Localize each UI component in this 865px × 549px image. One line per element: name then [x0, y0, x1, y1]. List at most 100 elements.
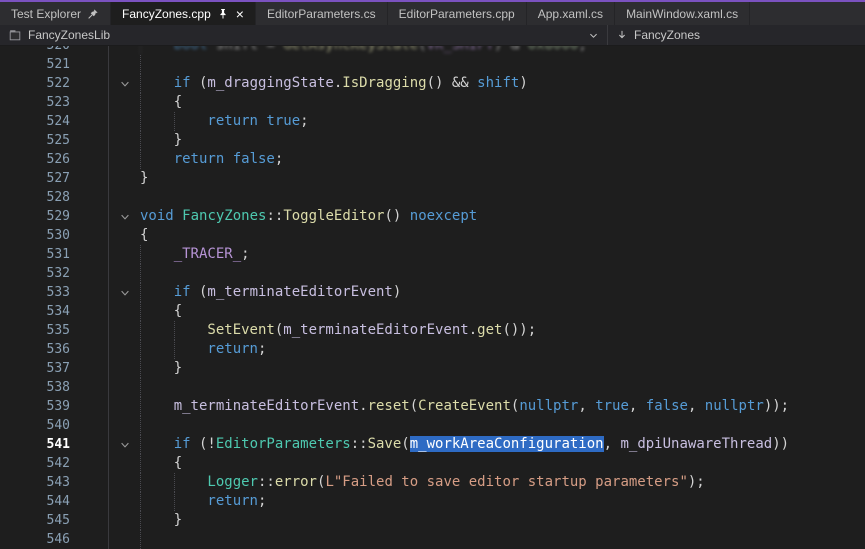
- code-lines: 520bool shift = GetAsyncKeyState(VK_SHIF…: [0, 46, 865, 549]
- outline-margin: [108, 112, 140, 131]
- tab-editorparameters-cs[interactable]: EditorParameters.cs: [256, 2, 388, 25]
- indent-guide: [140, 435, 174, 454]
- glyph-margin[interactable]: [70, 530, 108, 549]
- glyph-margin[interactable]: [70, 492, 108, 511]
- glyph-margin[interactable]: [70, 264, 108, 283]
- code-line-content[interactable]: [140, 264, 865, 283]
- glyph-margin[interactable]: [70, 207, 108, 226]
- code-token: (: [191, 284, 208, 300]
- code-line-content[interactable]: return;: [140, 340, 865, 359]
- code-editor[interactable]: 520bool shift = GetAsyncKeyState(VK_SHIF…: [0, 46, 865, 549]
- code-line-content[interactable]: }: [140, 359, 865, 378]
- code-token: return: [174, 151, 225, 167]
- glyph-margin[interactable]: [70, 226, 108, 245]
- code-line-content[interactable]: {: [140, 226, 865, 245]
- code-line-content[interactable]: m_terminateEditorEvent.reset(CreateEvent…: [140, 397, 865, 416]
- code-line-content[interactable]: [140, 416, 865, 435]
- code-line-content[interactable]: if (m_draggingState.IsDragging() && shif…: [140, 74, 865, 93]
- collapse-arrow-icon[interactable]: [119, 439, 131, 451]
- indent-guide: [140, 416, 174, 435]
- code-token: ;: [275, 151, 283, 167]
- glyph-margin[interactable]: [70, 378, 108, 397]
- glyph-margin[interactable]: [70, 93, 108, 112]
- collapse-arrow-icon[interactable]: [119, 287, 131, 299]
- tab-label: MainWindow.xaml.cs: [626, 7, 738, 21]
- code-line-content[interactable]: [140, 55, 865, 74]
- glyph-margin[interactable]: [70, 416, 108, 435]
- indent-guide: [140, 321, 174, 340]
- glyph-margin[interactable]: [70, 112, 108, 131]
- code-token: nullptr: [519, 398, 578, 414]
- pin-icon[interactable]: [217, 8, 229, 20]
- chevron-down-icon[interactable]: [588, 30, 599, 41]
- glyph-margin[interactable]: [70, 188, 108, 207]
- code-line-content[interactable]: [140, 188, 865, 207]
- code-line-content[interactable]: {: [140, 454, 865, 473]
- code-line-content[interactable]: Logger::error(L"Failed to save editor st…: [140, 473, 865, 492]
- code-line-content[interactable]: _TRACER_;: [140, 245, 865, 264]
- code-token: ) &: [494, 46, 528, 53]
- glyph-margin[interactable]: [70, 46, 108, 55]
- line-number: 537: [0, 359, 70, 378]
- code-line-content[interactable]: return true;: [140, 112, 865, 131]
- glyph-margin[interactable]: [70, 245, 108, 264]
- indent-guide: [140, 245, 174, 264]
- code-line-content[interactable]: return false;: [140, 150, 865, 169]
- code-token: _TRACER_: [174, 246, 241, 262]
- glyph-margin[interactable]: [70, 454, 108, 473]
- outline-margin[interactable]: [108, 435, 140, 454]
- code-line-content[interactable]: }: [140, 511, 865, 530]
- glyph-margin[interactable]: [70, 169, 108, 188]
- glyph-margin[interactable]: [70, 511, 108, 530]
- tab-app-xaml-cs[interactable]: App.xaml.cs: [527, 2, 615, 25]
- scope-dropdown[interactable]: FancyZones: [607, 25, 865, 45]
- tab-label: EditorParameters.cs: [267, 7, 376, 21]
- tab-test-explorer[interactable]: Test Explorer: [0, 2, 111, 25]
- code-line-content[interactable]: }: [140, 131, 865, 150]
- glyph-margin[interactable]: [70, 302, 108, 321]
- code-token: ,: [688, 398, 705, 414]
- outline-margin[interactable]: [108, 283, 140, 302]
- glyph-margin[interactable]: [70, 435, 108, 454]
- collapse-arrow-icon[interactable]: [119, 211, 131, 223]
- code-line-content[interactable]: if (m_terminateEditorEvent): [140, 283, 865, 302]
- tab-mainwindow-xaml-cs[interactable]: MainWindow.xaml.cs: [615, 2, 750, 25]
- glyph-margin[interactable]: [70, 359, 108, 378]
- glyph-margin[interactable]: [70, 283, 108, 302]
- outline-margin[interactable]: [108, 207, 140, 226]
- code-token: ;: [241, 246, 249, 262]
- code-line-content[interactable]: {: [140, 93, 865, 112]
- outline-margin: [108, 492, 140, 511]
- pin-icon[interactable]: [87, 8, 99, 20]
- glyph-margin[interactable]: [70, 473, 108, 492]
- code-line-content[interactable]: return;: [140, 492, 865, 511]
- glyph-margin[interactable]: [70, 74, 108, 93]
- close-icon[interactable]: ×: [236, 7, 244, 21]
- code-line-content[interactable]: SetEvent(m_terminateEditorEvent.get());: [140, 321, 865, 340]
- code-token: FancyZones: [182, 208, 266, 224]
- glyph-margin[interactable]: [70, 55, 108, 74]
- glyph-margin[interactable]: [70, 131, 108, 150]
- code-line-content[interactable]: bool shift = GetAsyncKeyState(VK_SHIFT) …: [140, 46, 865, 55]
- code-line-content[interactable]: [140, 378, 865, 397]
- project-dropdown[interactable]: FancyZonesLib: [0, 25, 607, 45]
- code-line-content[interactable]: }: [140, 169, 865, 188]
- glyph-margin[interactable]: [70, 321, 108, 340]
- code-line-content[interactable]: [140, 530, 865, 549]
- outline-margin[interactable]: [108, 74, 140, 93]
- code-token: EditorParameters: [216, 436, 351, 452]
- tab-editorparameters-cpp[interactable]: EditorParameters.cpp: [388, 2, 527, 25]
- code-line-content[interactable]: {: [140, 302, 865, 321]
- glyph-margin[interactable]: [70, 397, 108, 416]
- code-token: if: [174, 436, 191, 452]
- tab-fancyzones-cpp[interactable]: FancyZones.cpp×: [111, 2, 256, 25]
- code-line: 545}: [0, 511, 865, 530]
- glyph-margin[interactable]: [70, 150, 108, 169]
- code-line-content[interactable]: if (!EditorParameters::Save(m_workAreaCo…: [140, 435, 865, 454]
- collapse-arrow-icon[interactable]: [119, 78, 131, 90]
- glyph-margin[interactable]: [70, 340, 108, 359]
- code-line-content[interactable]: void FancyZones::ToggleEditor() noexcept: [140, 207, 865, 226]
- indent-guide: [140, 150, 174, 169]
- outline-margin: [108, 188, 140, 207]
- code-token: {: [174, 303, 182, 319]
